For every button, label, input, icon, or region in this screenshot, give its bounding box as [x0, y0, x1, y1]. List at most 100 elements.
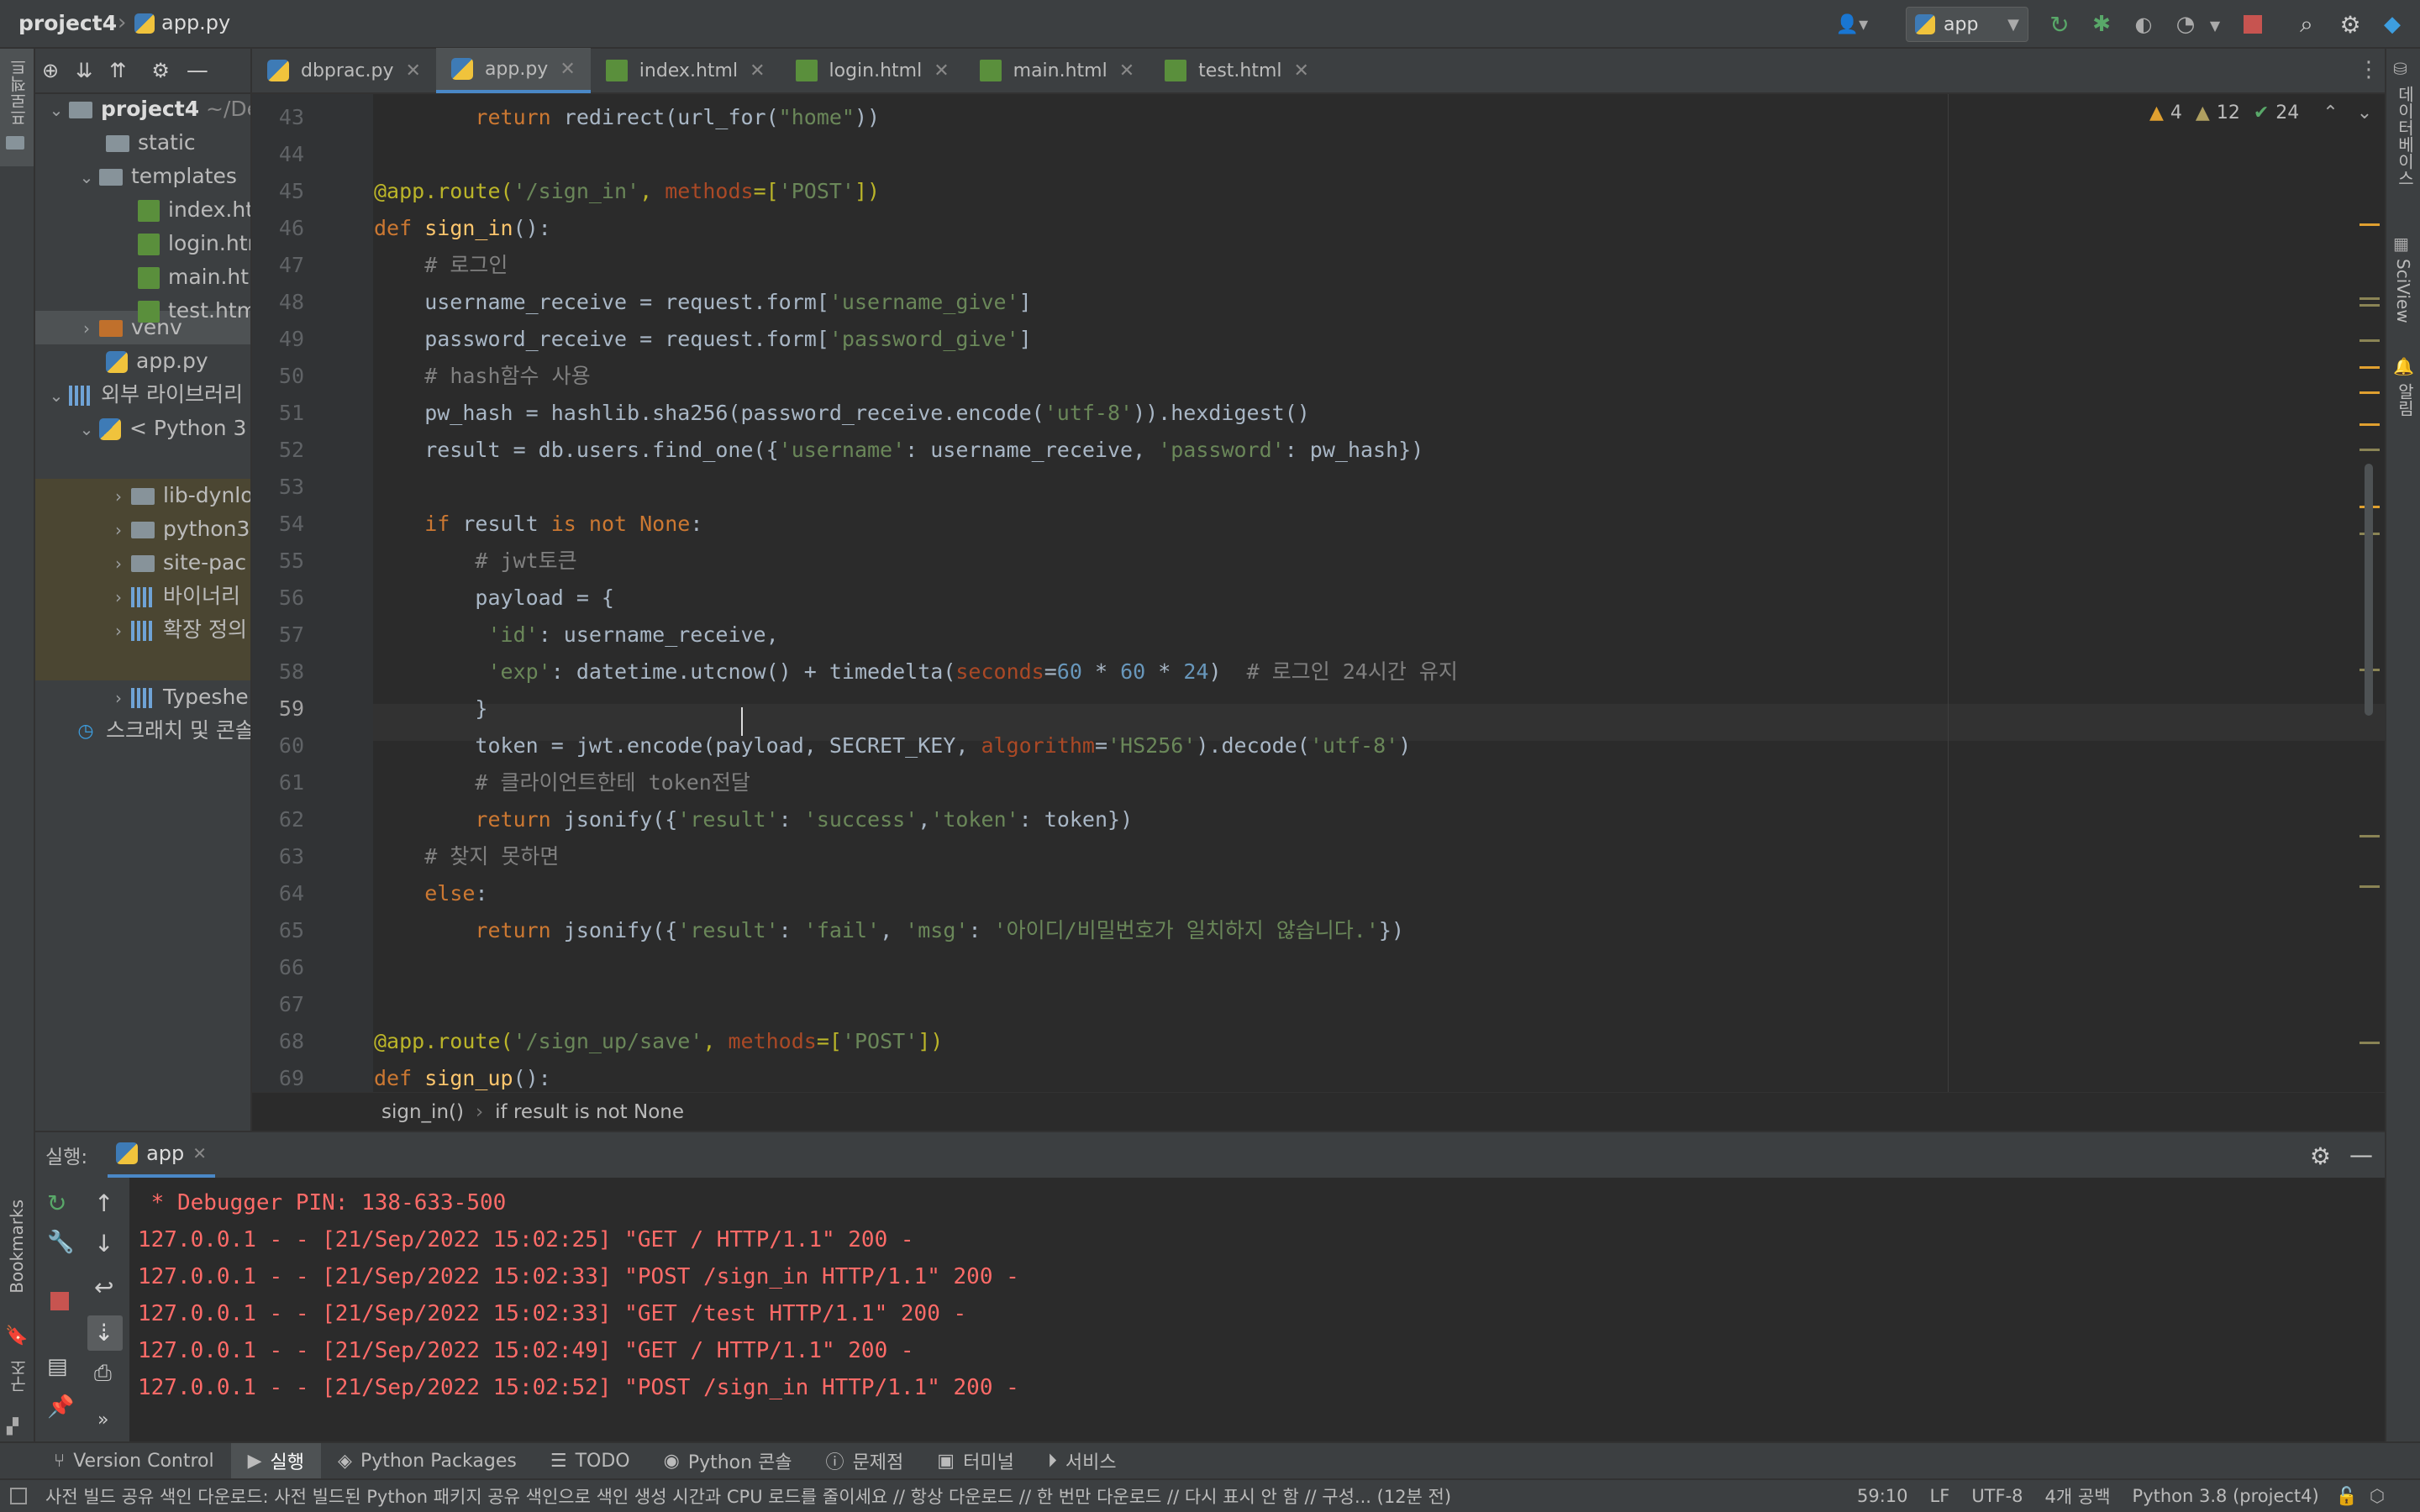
tab-test[interactable]: test.html ✕ [1150, 48, 1324, 93]
close-icon[interactable]: ✕ [750, 60, 765, 81]
tab-index[interactable]: index.html ✕ [591, 48, 781, 93]
collapse-all-icon[interactable]: ⇈ [109, 59, 126, 82]
inspection-widget[interactable]: ▲ 4 ▲ 12 ✔ 24 ⌃ ⌄ [2149, 102, 2372, 123]
expand-all-icon[interactable]: ⇊ [76, 59, 92, 82]
stop-icon[interactable] [50, 1292, 69, 1310]
run-panel: ↻ ↑ 🔧 ↓ ↩ ⇣ ▤ ⎙ 📌 » * Debugger PIN: 138-… [35, 1178, 2385, 1441]
project-tool-button[interactable]: 프로젝트 [0, 49, 34, 166]
tab-dbprac[interactable]: dbprac.py ✕ [252, 48, 436, 93]
stop-icon[interactable] [2244, 15, 2262, 34]
tab-login[interactable]: login.html ✕ [781, 48, 965, 93]
previous-highlight-icon[interactable]: ⌃ [2323, 102, 2338, 123]
close-icon[interactable]: ✕ [934, 60, 949, 81]
code-line: 68 @app.route('/sign_up/save', methods=['… [252, 1023, 2385, 1060]
close-icon[interactable]: ✕ [560, 59, 575, 80]
tab-main[interactable]: main.html ✕ [965, 48, 1150, 93]
tree-item-lib-dynload[interactable]: › lib-dynlo [106, 479, 250, 512]
toggle-tool-windows-icon[interactable] [10, 1488, 27, 1504]
caret-position[interactable]: 59:10 [1857, 1486, 1908, 1506]
user-icon[interactable]: 👤▾ [1830, 10, 1874, 39]
tool-terminal[interactable]: ▣ 터미널 [920, 1447, 1031, 1474]
close-icon[interactable]: ✕ [406, 60, 421, 81]
line-separator[interactable]: LF [1930, 1486, 1950, 1506]
layout-icon[interactable]: ▤ [47, 1354, 68, 1379]
close-icon[interactable]: ✕ [1119, 60, 1134, 81]
tree-item-binary[interactable]: › 바이너리 [106, 580, 240, 613]
print-icon[interactable]: ⎙ [94, 1361, 112, 1387]
file-encoding[interactable]: UTF-8 [1971, 1486, 2023, 1506]
more-run-chevron-icon[interactable]: ▼ [2205, 13, 2225, 37]
structure-tool-button[interactable]: 구조 ▞ [0, 1359, 34, 1443]
tab-app[interactable]: app.py ✕ [435, 48, 591, 93]
arrow-up-icon[interactable]: ↑ [94, 1189, 113, 1217]
database-tool-button[interactable]: ⛁ 데이터베이스 [2386, 49, 2420, 225]
tree-item-app[interactable]: app.py [106, 344, 208, 378]
interpreter[interactable]: Python 3.8 (project4) [2133, 1486, 2319, 1506]
soft-wrap-icon[interactable]: ↩ [94, 1273, 113, 1301]
nav-project[interactable]: project4 [18, 11, 117, 35]
tree-item-index[interactable]: index.ht [138, 193, 250, 227]
coverage-icon[interactable]: ◐ [2129, 10, 2158, 39]
tool-python-console[interactable]: ◉ Python 콘솔 [647, 1447, 809, 1474]
pin-icon[interactable]: 📌 [47, 1394, 74, 1420]
close-icon[interactable]: ✕ [192, 1143, 207, 1163]
arrow-down-icon[interactable]: ↓ [94, 1230, 113, 1257]
tree-item-site-packages[interactable]: › site-pac [106, 546, 246, 580]
tool-run[interactable]: ▶ 실행 [230, 1443, 322, 1478]
tree-item-python-sdk[interactable]: ⌄ < Python 3 [74, 412, 246, 445]
status-message[interactable]: 사전 빌드 공유 색인 다운로드: 사전 빌드된 Python 패키지 공유 색… [45, 1483, 1852, 1509]
hide-panel-icon[interactable]: — [187, 58, 208, 83]
code-line: 53 [252, 469, 2385, 506]
tree-item-templates[interactable]: ⌄ templates [74, 160, 237, 193]
lock-icon[interactable]: 🔓 [2336, 1486, 2358, 1507]
tree-item-static[interactable]: static [106, 126, 196, 160]
git-icon[interactable]: ⬡ [2370, 1486, 2385, 1506]
profile-icon[interactable]: ◔ [2171, 10, 2200, 39]
chevron-down-icon: ⌄ [79, 167, 94, 187]
breadcrumb-function[interactable]: sign_in() [381, 1101, 464, 1123]
tree-item-python3[interactable]: › python3 [106, 512, 250, 546]
tree-item-scratches[interactable]: ◷ 스크래치 및 콘솔 [74, 714, 250, 748]
line-number: 68 [278, 1029, 304, 1053]
indent-setting[interactable]: 4개 공백 [2045, 1483, 2111, 1509]
breadcrumb-block[interactable]: if result is not None [495, 1101, 684, 1123]
console-output[interactable]: * Debugger PIN: 138-633-500 127.0.0.1 - … [129, 1178, 2385, 1441]
error-stripe[interactable] [2360, 153, 2385, 1092]
more-actions-icon[interactable]: » [97, 1410, 108, 1431]
sciview-tool-button[interactable]: ▦ SciView [2386, 225, 2420, 368]
scrollbar-thumb[interactable] [2365, 464, 2373, 716]
gear-icon[interactable]: ⚙ [151, 59, 170, 82]
tool-problems[interactable]: ⓘ 문제점 [809, 1447, 921, 1474]
tree-item-login[interactable]: login.htr [138, 227, 250, 260]
tool-services[interactable]: ⏵ 서비스 [1031, 1447, 1134, 1474]
tool-version-control[interactable]: ⑂ Version Control [37, 1451, 231, 1472]
nav-file[interactable]: app.py [161, 11, 230, 34]
wrench-icon[interactable]: 🔧 [47, 1230, 74, 1255]
debug-icon[interactable]: ✱ [2087, 10, 2116, 39]
gear-icon[interactable]: ⚙ [2310, 1142, 2331, 1170]
tree-project-root[interactable]: ⌄ project4 ~/De [44, 92, 250, 126]
tool-python-packages[interactable]: ◈ Python Packages [321, 1451, 534, 1472]
more-tabs-icon[interactable]: ⋮ [2358, 57, 2380, 82]
close-icon[interactable]: ✕ [1294, 60, 1309, 81]
hide-panel-icon[interactable]: — [2349, 1141, 2373, 1168]
tool-todo[interactable]: ☰ TODO [534, 1451, 647, 1472]
bookmarks-tool-button[interactable]: Bookmarks 🔖 [0, 1200, 34, 1368]
tree-item-typeshed[interactable]: › Typeshe [106, 680, 249, 714]
code-text: def sign_up(): [374, 1066, 551, 1090]
run-tab-app[interactable]: app ✕ [108, 1132, 216, 1178]
gear-icon[interactable]: ⚙ [2336, 10, 2365, 39]
code-editor[interactable]: 43 return redirect(url_for("home")) 44 45 @… [252, 94, 2385, 1092]
locate-icon[interactable]: ⊕ [42, 59, 59, 82]
search-icon[interactable]: ⌕ [2292, 10, 2321, 39]
run-config-select[interactable]: app ▼ [1906, 7, 2028, 42]
next-highlight-icon[interactable]: ⌄ [2357, 102, 2372, 123]
tree-item-external-libraries[interactable]: ⌄ 외부 라이브러리 [44, 378, 243, 412]
rerun-icon[interactable]: ↻ [47, 1189, 66, 1217]
jetbrains-logo-icon[interactable]: ◆ [2378, 10, 2407, 39]
notifications-tool-button[interactable]: 🔔 알림 [2386, 348, 2420, 449]
rerun-icon[interactable]: ↻ [2045, 10, 2074, 39]
tree-item-extension-defs[interactable]: › 확장 정의 [106, 613, 247, 647]
tree-item-venv[interactable]: › venv [74, 311, 182, 344]
tree-item-main[interactable]: main.htr [138, 260, 250, 294]
